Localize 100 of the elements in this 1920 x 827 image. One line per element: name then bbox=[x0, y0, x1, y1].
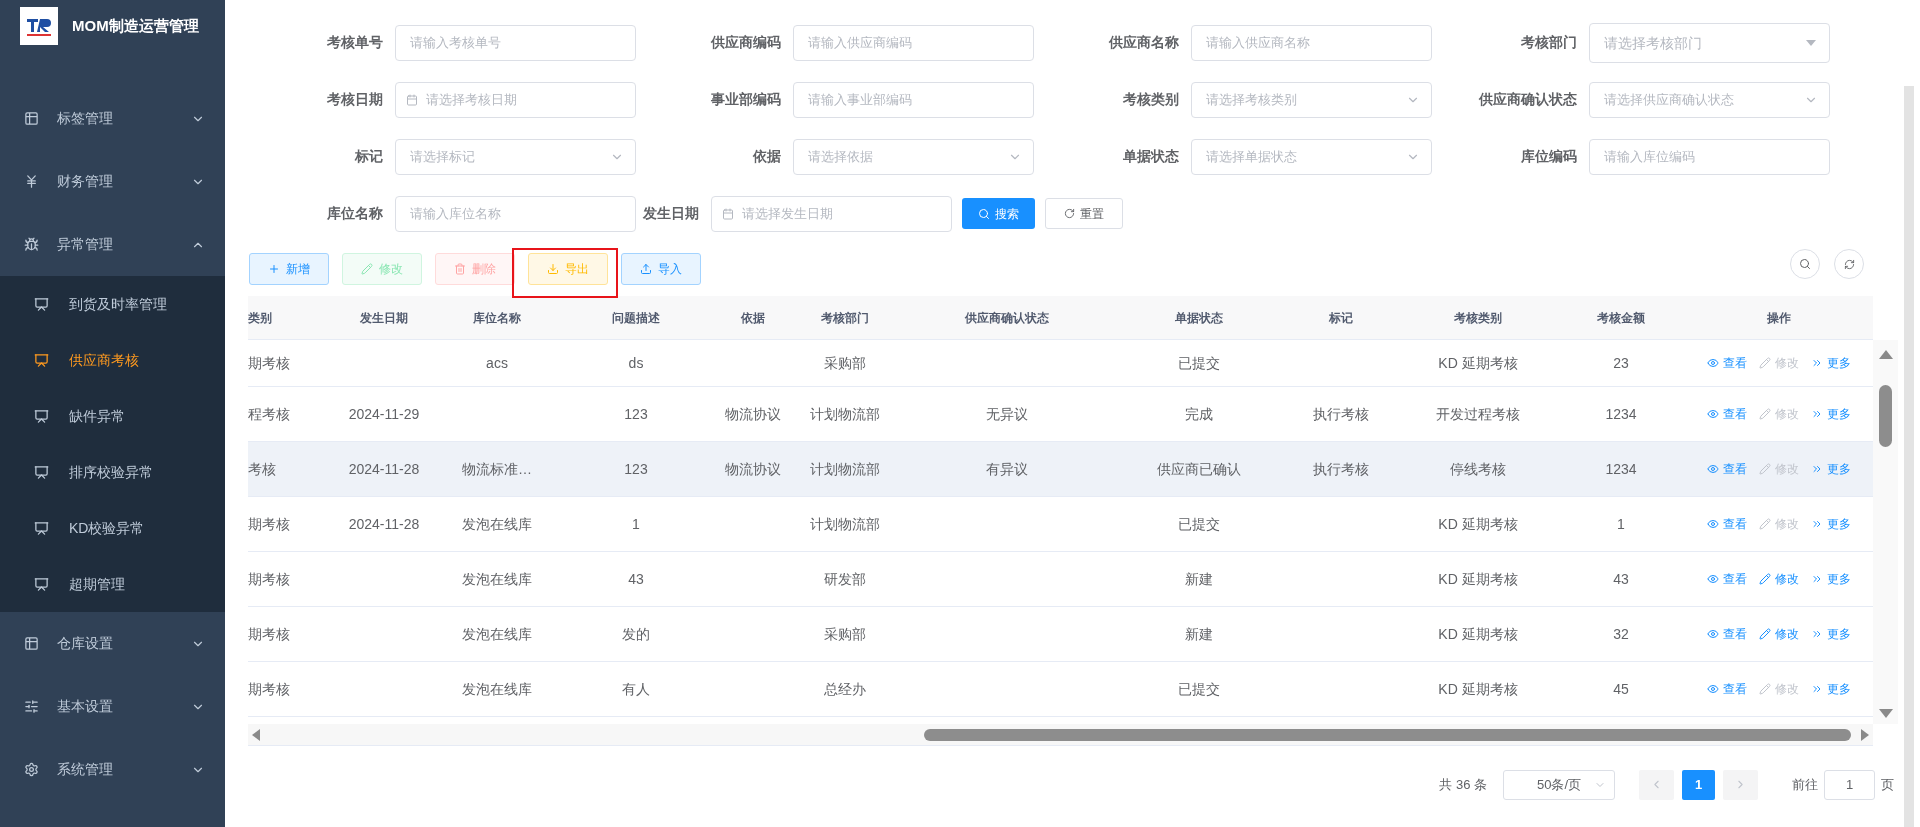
table-cell-text: 1234 bbox=[1605, 404, 1637, 424]
table-cell-text: 无异议 bbox=[986, 404, 1028, 424]
pencil-icon bbox=[361, 263, 373, 275]
table-cell-text: 32 bbox=[1613, 624, 1629, 644]
eye-icon bbox=[1706, 518, 1719, 530]
action-link[interactable]: 更多 bbox=[1810, 354, 1851, 372]
action-link[interactable]: 查看 bbox=[1706, 405, 1747, 423]
action-link[interactable]: 更多 bbox=[1810, 625, 1851, 643]
select-field[interactable]: 请选择依据 bbox=[793, 138, 1034, 175]
page-button[interactable]: 1 bbox=[1682, 769, 1715, 800]
select-field[interactable]: 请选择标记 bbox=[395, 138, 636, 175]
text-field[interactable]: 请输入考核单号 bbox=[395, 24, 636, 61]
column-header: 考核金额 bbox=[1596, 309, 1646, 327]
table-cell-text: 新建 bbox=[1185, 569, 1213, 589]
field-label: 库位编码 bbox=[1520, 147, 1578, 166]
action-link[interactable]: 查看 bbox=[1706, 460, 1747, 478]
page-input[interactable]: 1 bbox=[1824, 769, 1875, 800]
action-link[interactable]: 更多 bbox=[1810, 515, 1851, 533]
table-cell-text: 43 bbox=[1613, 569, 1629, 589]
field-label: 考核单号 bbox=[326, 33, 384, 52]
menu-item[interactable]: 异常管理 bbox=[0, 213, 225, 276]
page-size-select[interactable]: 50条/页 bbox=[1503, 769, 1615, 800]
add-button[interactable]: 新增 bbox=[249, 253, 329, 285]
select-field[interactable]: 请选择单据状态 bbox=[1191, 138, 1432, 175]
app-title: MOM制造运营管理 bbox=[72, 15, 199, 36]
field-label: 供应商编码 bbox=[710, 33, 782, 52]
pencil-icon bbox=[1758, 628, 1771, 640]
action-link[interactable]: 查看 bbox=[1706, 680, 1747, 698]
action-link[interactable]: 更多 bbox=[1810, 570, 1851, 588]
plus-icon bbox=[268, 263, 280, 275]
action-link[interactable]: 更多 bbox=[1810, 460, 1851, 478]
action-link[interactable]: 查看 bbox=[1706, 625, 1747, 643]
table-cell-text: KD 延期考核 bbox=[1438, 679, 1518, 699]
scroll-left-icon bbox=[252, 728, 260, 741]
pencil-icon bbox=[1758, 463, 1771, 475]
select-field[interactable]: 请选择考核类别 bbox=[1191, 81, 1432, 118]
action-link[interactable]: 修改 bbox=[1758, 570, 1799, 588]
menu-item[interactable]: 标签管理 bbox=[0, 87, 225, 150]
submenu-item[interactable]: 缺件异常 bbox=[0, 388, 225, 444]
double-chevron-icon bbox=[1810, 518, 1823, 530]
field-label: 供应商确认状态 bbox=[1478, 90, 1578, 109]
refresh-icon bbox=[1843, 258, 1855, 270]
scrollbar-thumb[interactable] bbox=[1904, 86, 1914, 827]
text-field[interactable]: 请输入供应商编码 bbox=[793, 24, 1034, 61]
table-cell-text: 2024-11-28 bbox=[348, 514, 420, 534]
grid-icon bbox=[24, 636, 39, 651]
text-field[interactable]: 请输入库位名称 bbox=[395, 195, 636, 232]
search-button[interactable]: 搜索 bbox=[962, 198, 1035, 229]
field-label: 依据 bbox=[752, 147, 782, 166]
field-label: 发生日期 bbox=[643, 204, 700, 223]
table-cell-text: 新建 bbox=[1185, 624, 1213, 644]
action-link[interactable]: 更多 bbox=[1810, 680, 1851, 698]
date-field[interactable]: 请选择考核日期 bbox=[395, 81, 636, 118]
table-cell-text: 计划物流部 bbox=[810, 514, 880, 534]
submenu-item[interactable]: 排序校验异常 bbox=[0, 444, 225, 500]
menu-item[interactable]: 基本设置 bbox=[0, 675, 225, 738]
action-link[interactable]: 修改 bbox=[1758, 625, 1799, 643]
submenu-item[interactable]: 供应商考核 bbox=[0, 332, 225, 388]
text-field[interactable]: 请输入事业部编码 bbox=[793, 81, 1034, 118]
text-field[interactable]: 请输入库位编码 bbox=[1589, 138, 1830, 175]
search-icon bbox=[1799, 258, 1811, 270]
scroll-down-icon bbox=[1878, 709, 1893, 718]
field-label: 考核日期 bbox=[326, 90, 384, 109]
submenu-item[interactable]: 超期管理 bbox=[0, 556, 225, 612]
menu-item[interactable]: 仓库设置 bbox=[0, 612, 225, 675]
column-header: 发生日期 bbox=[359, 309, 409, 327]
table-cell-text: 停线考核 bbox=[1450, 459, 1506, 479]
column-header: 问题描述 bbox=[611, 309, 661, 327]
menu-item[interactable]: 系统管理 bbox=[0, 738, 225, 801]
submenu-item[interactable]: KD校验异常 bbox=[0, 500, 225, 556]
sliders-icon bbox=[24, 699, 39, 714]
table-cell-text: 物流协议 bbox=[725, 404, 781, 424]
action-link[interactable]: 查看 bbox=[1706, 515, 1747, 533]
vertical-scrollbar[interactable] bbox=[1873, 340, 1898, 724]
reset-button[interactable]: 重置 bbox=[1045, 198, 1123, 229]
column-header: 考核部门 bbox=[820, 309, 870, 327]
column-header: 考核类别 bbox=[1453, 309, 1503, 327]
date-field[interactable]: 请选择发生日期 bbox=[711, 195, 952, 232]
select-field[interactable]: 请选择供应商确认状态 bbox=[1589, 81, 1830, 118]
bug-icon bbox=[24, 237, 39, 252]
table-cell-text: 1 bbox=[1617, 514, 1625, 534]
text-field[interactable]: 请输入供应商名称 bbox=[1191, 24, 1432, 61]
submenu-item[interactable]: 到货及时率管理 bbox=[0, 276, 225, 332]
eye-icon bbox=[1706, 628, 1719, 640]
table-cell-text: 考核 bbox=[248, 459, 276, 479]
scrollbar-thumb[interactable] bbox=[924, 728, 1851, 741]
action-link[interactable]: 更多 bbox=[1810, 405, 1851, 423]
action-link[interactable]: 查看 bbox=[1706, 354, 1747, 372]
select-field[interactable]: 请选择考核部门 bbox=[1589, 22, 1830, 63]
calendar-icon bbox=[722, 207, 734, 220]
action-link[interactable]: 查看 bbox=[1706, 570, 1747, 588]
download-icon bbox=[547, 263, 559, 275]
table-cell-text: 执行考核 bbox=[1313, 459, 1369, 479]
horizontal-scrollbar[interactable] bbox=[248, 724, 1873, 746]
import-button[interactable]: 导入 bbox=[621, 253, 701, 285]
menu-item[interactable]: 财务管理 bbox=[0, 150, 225, 213]
table-cell-text: 发泡在线库 bbox=[462, 679, 532, 699]
table-cell-text: 已提交 bbox=[1178, 514, 1220, 534]
pencil-icon bbox=[1758, 683, 1771, 695]
scrollbar-thumb[interactable] bbox=[1879, 385, 1892, 447]
